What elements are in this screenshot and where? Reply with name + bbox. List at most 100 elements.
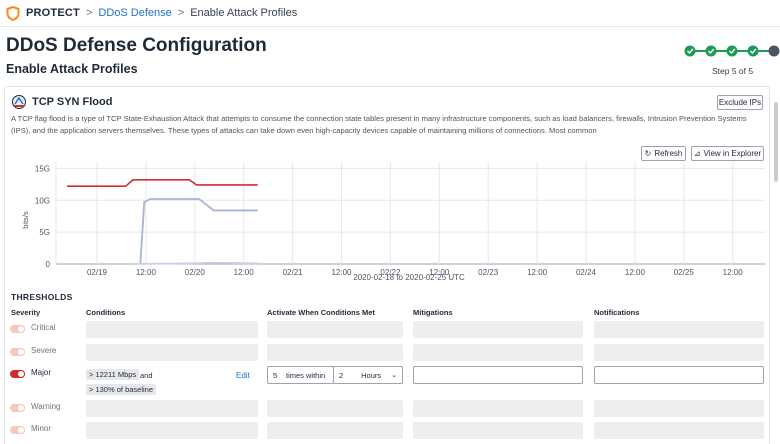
mitigations-input[interactable]	[413, 366, 583, 384]
breadcrumb-current: Enable Attack Profiles	[190, 7, 298, 19]
severity-label: Minor	[31, 424, 52, 433]
breadcrumb-ddos-defense[interactable]: DDoS Defense	[98, 7, 171, 19]
refresh-icon: ↻	[644, 149, 652, 158]
y-tick-label: 10G	[35, 196, 50, 205]
duration-unit: Hours	[361, 370, 382, 380]
occurrence-count-value: 5	[273, 370, 278, 380]
step-indicator: Step 5 of 5	[712, 66, 754, 76]
mitigations-placeholder	[413, 400, 583, 417]
conditions-placeholder	[86, 422, 258, 439]
conditions-placeholder	[86, 344, 258, 361]
refresh-label: Refresh	[654, 149, 683, 158]
notifications-placeholder	[594, 422, 764, 439]
y-tick-label: 0	[46, 260, 51, 269]
progress-stepper	[684, 45, 780, 57]
duration-select[interactable]: 2 Hours ⌄	[333, 366, 403, 384]
threshold-row-minor: Minor	[5, 422, 771, 440]
condition-chip: > 12211 Mbps	[86, 369, 140, 380]
x-axis-label: 2020-02-18 to 2020-02-25 UTC	[353, 273, 465, 282]
chevron-right-icon: >	[85, 7, 93, 19]
occurrence-count-field[interactable]: 5 times within	[267, 366, 334, 384]
mitigations-placeholder	[413, 422, 583, 439]
chart-icon: ⊿	[693, 149, 701, 158]
x-tick-label: 12:00	[723, 268, 744, 277]
refresh-button[interactable]: ↻ Refresh	[641, 146, 686, 161]
view-in-explorer-label: View in Explorer	[703, 149, 762, 158]
step-complete-icon	[726, 45, 738, 57]
condition-conjunction: and	[140, 371, 153, 380]
threshold-row-warning: Warning	[5, 400, 771, 418]
brand-label[interactable]: PROTECT	[26, 7, 80, 19]
x-tick-label: 02/20	[185, 268, 206, 277]
y-tick-label: 15G	[35, 164, 50, 173]
attack-profile-title: TCP SYN Flood	[32, 96, 113, 108]
series-line-2	[130, 261, 258, 265]
edit-conditions-link[interactable]: Edit	[236, 371, 250, 380]
notifications-placeholder	[594, 321, 764, 338]
page-title: DDoS Defense Configuration	[6, 35, 267, 56]
chevron-right-icon: >	[177, 7, 185, 19]
exclude-ips-button[interactable]: Exclude IPs	[717, 95, 763, 110]
major-toggle[interactable]	[10, 370, 25, 378]
page-subtitle: Enable Attack Profiles	[6, 62, 138, 76]
x-tick-label: 02/21	[283, 268, 304, 277]
series-line-0	[67, 179, 258, 188]
mitigations-placeholder	[413, 321, 583, 338]
activate-placeholder	[267, 344, 403, 361]
traffic-chart: 15G 10G 5G 0 02/19 12:00 02/20 12:00 02/21 12:00…	[21, 162, 765, 282]
thresholds-heading: THRESHOLDS	[11, 292, 73, 302]
column-header-mitigations: Mitigations	[413, 308, 453, 317]
chevron-down-icon: ⌄	[391, 372, 397, 379]
step-complete-icon	[684, 45, 696, 57]
y-axis-label: bits/s	[21, 211, 30, 229]
warning-toggle[interactable]	[10, 404, 25, 412]
series-line-1	[139, 198, 258, 264]
notifications-input[interactable]	[594, 366, 764, 384]
duration-value: 2	[339, 370, 344, 380]
column-header-activate: Activate When Conditions Met	[267, 308, 375, 317]
x-tick-label: 12:00	[136, 268, 157, 277]
attack-profile-icon	[12, 95, 26, 109]
times-within-label: times within	[286, 370, 326, 380]
page-scrollbar[interactable]	[774, 102, 778, 182]
shield-icon	[6, 5, 20, 21]
activate-placeholder	[267, 321, 403, 338]
notifications-placeholder	[594, 400, 764, 417]
x-tick-label: 02/24	[576, 268, 597, 277]
minor-toggle[interactable]	[10, 426, 25, 434]
y-tick-label: 5G	[39, 228, 50, 237]
threshold-row-severe: Severe	[5, 344, 771, 362]
attack-description: A TCP flag flood is a type of TCP State-…	[11, 114, 747, 135]
step-complete-icon	[705, 45, 717, 57]
x-tick-label: 12:00	[625, 268, 646, 277]
mitigations-placeholder	[413, 344, 583, 361]
top-nav: PROTECT > DDoS Defense > Enable Attack P…	[0, 0, 780, 27]
x-tick-label: 12:00	[234, 268, 255, 277]
notifications-placeholder	[594, 344, 764, 361]
conditions-placeholder	[86, 321, 258, 338]
column-header-notifications: Notifications	[594, 308, 640, 317]
activate-placeholder	[267, 400, 403, 417]
attack-profile-card: TCP SYN Flood Exclude IPs A TCP flag flo…	[4, 86, 770, 444]
view-in-explorer-button[interactable]: ⊿ View in Explorer	[691, 146, 764, 161]
x-tick-label: 02/25	[674, 268, 695, 277]
critical-toggle[interactable]	[10, 325, 25, 333]
step-current-icon	[768, 45, 780, 57]
x-tick-label: 12:00	[331, 268, 352, 277]
column-header-severity: Severity	[11, 308, 41, 317]
x-tick-label: 12:00	[527, 268, 548, 277]
severity-label: Major	[31, 368, 52, 377]
conditions-placeholder	[86, 400, 258, 417]
threshold-row-critical: Critical	[5, 321, 771, 339]
threshold-row-major: Major > 12211 Mbps and > 130% of baselin…	[5, 366, 771, 398]
severity-label: Critical	[31, 323, 56, 332]
x-tick-label: 02/19	[87, 268, 108, 277]
severe-toggle[interactable]	[10, 348, 25, 356]
column-header-conditions: Conditions	[86, 308, 126, 317]
activate-placeholder	[267, 422, 403, 439]
x-tick-label: 02/23	[478, 268, 499, 277]
severity-label: Warning	[31, 402, 61, 411]
step-complete-icon	[747, 45, 759, 57]
severity-label: Severe	[31, 346, 57, 355]
condition-chip: > 130% of baseline	[86, 384, 157, 395]
